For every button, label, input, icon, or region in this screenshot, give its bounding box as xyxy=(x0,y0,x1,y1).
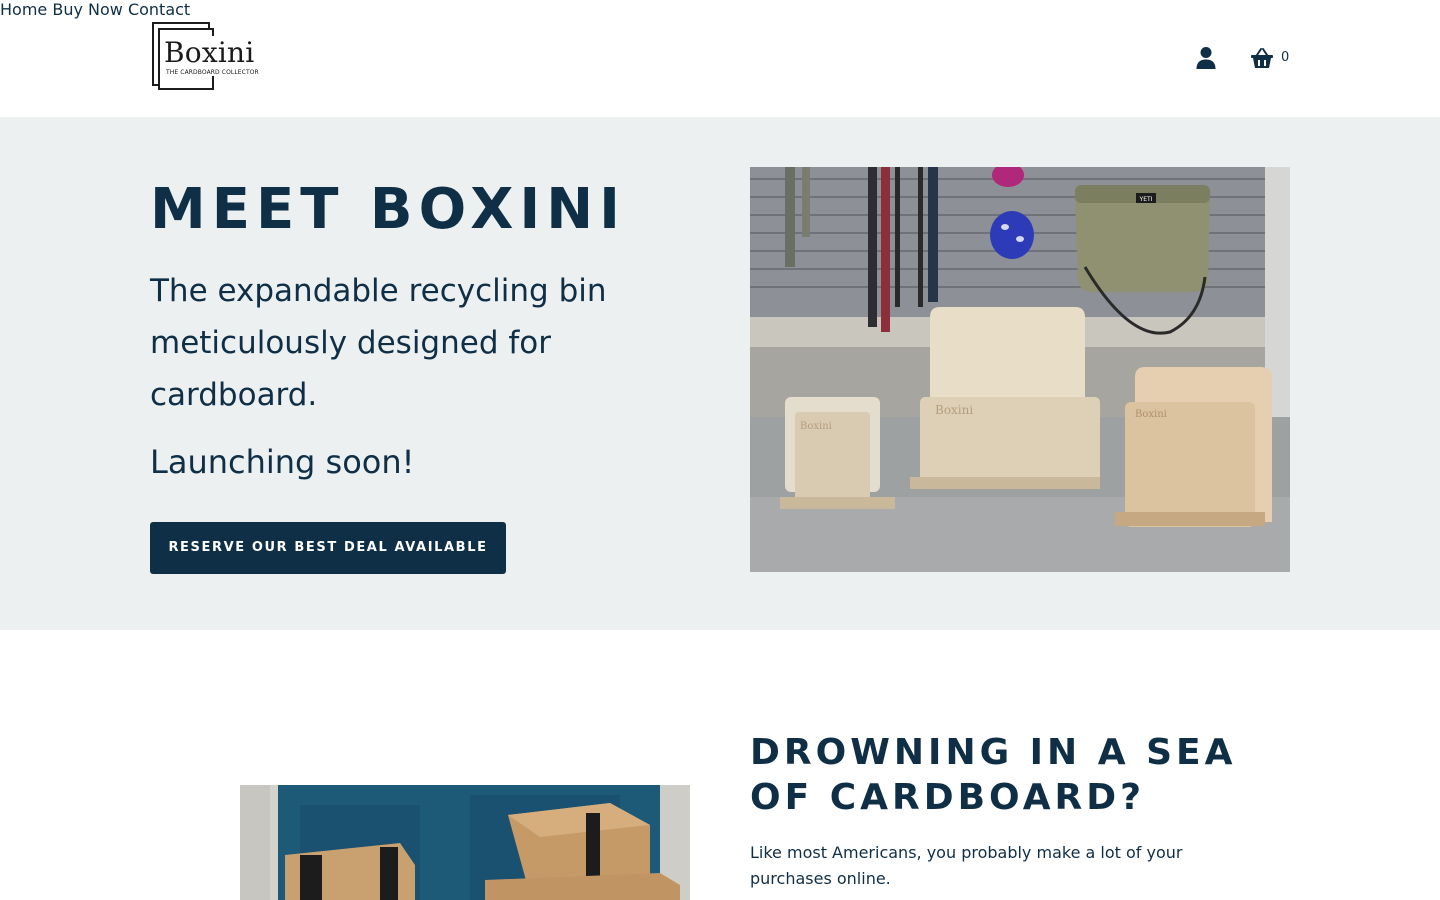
svg-text:Boxini: Boxini xyxy=(1135,409,1167,420)
hero-title: MEET BOXINI xyxy=(150,177,626,242)
section2-text: Like most Americans, you probably make a… xyxy=(750,843,1183,888)
logo-wordmark: Boxini xyxy=(164,36,257,69)
bin-brand-label: Boxini xyxy=(935,403,973,417)
svg-text:Boxini: Boxini xyxy=(800,421,832,432)
reserve-deal-button[interactable]: RESERVE OUR BEST DEAL AVAILABLE xyxy=(150,522,506,574)
section2-title: DROWNING IN A SEA OF CARDBOARD? xyxy=(750,732,1237,818)
cooler-brand-label: YETI xyxy=(1139,196,1153,203)
hero-launch-text: Launching soon! xyxy=(150,443,415,481)
hero-subtitle: The expandable recycling bin meticulousl… xyxy=(150,273,607,413)
user-icon[interactable] xyxy=(1195,46,1217,70)
logo-tagline: THE CARDBOARD COLLECTOR xyxy=(166,69,259,76)
nav-contact-link[interactable]: Contact xyxy=(128,0,190,19)
brand-logo[interactable]: Boxini THE CARDBOARD COLLECTOR xyxy=(150,20,262,92)
hero-section: MEET BOXINI The expandable recycling bin… xyxy=(0,117,1440,630)
cardboard-boxes-photo: amazon xyxy=(240,785,690,900)
site-header: Boxini THE CARDBOARD COLLECTOR Home Buy … xyxy=(0,0,1440,117)
basket-icon[interactable] xyxy=(1250,46,1274,70)
cart-count: 0 xyxy=(1281,50,1290,65)
main-nav: Home Buy Now Contact xyxy=(0,0,1440,19)
nav-buy-now-link[interactable]: Buy Now xyxy=(52,0,123,19)
hero-product-photo: YETI Boxini Boxini Boxini xyxy=(750,167,1290,572)
nav-home-link[interactable]: Home xyxy=(0,0,47,19)
